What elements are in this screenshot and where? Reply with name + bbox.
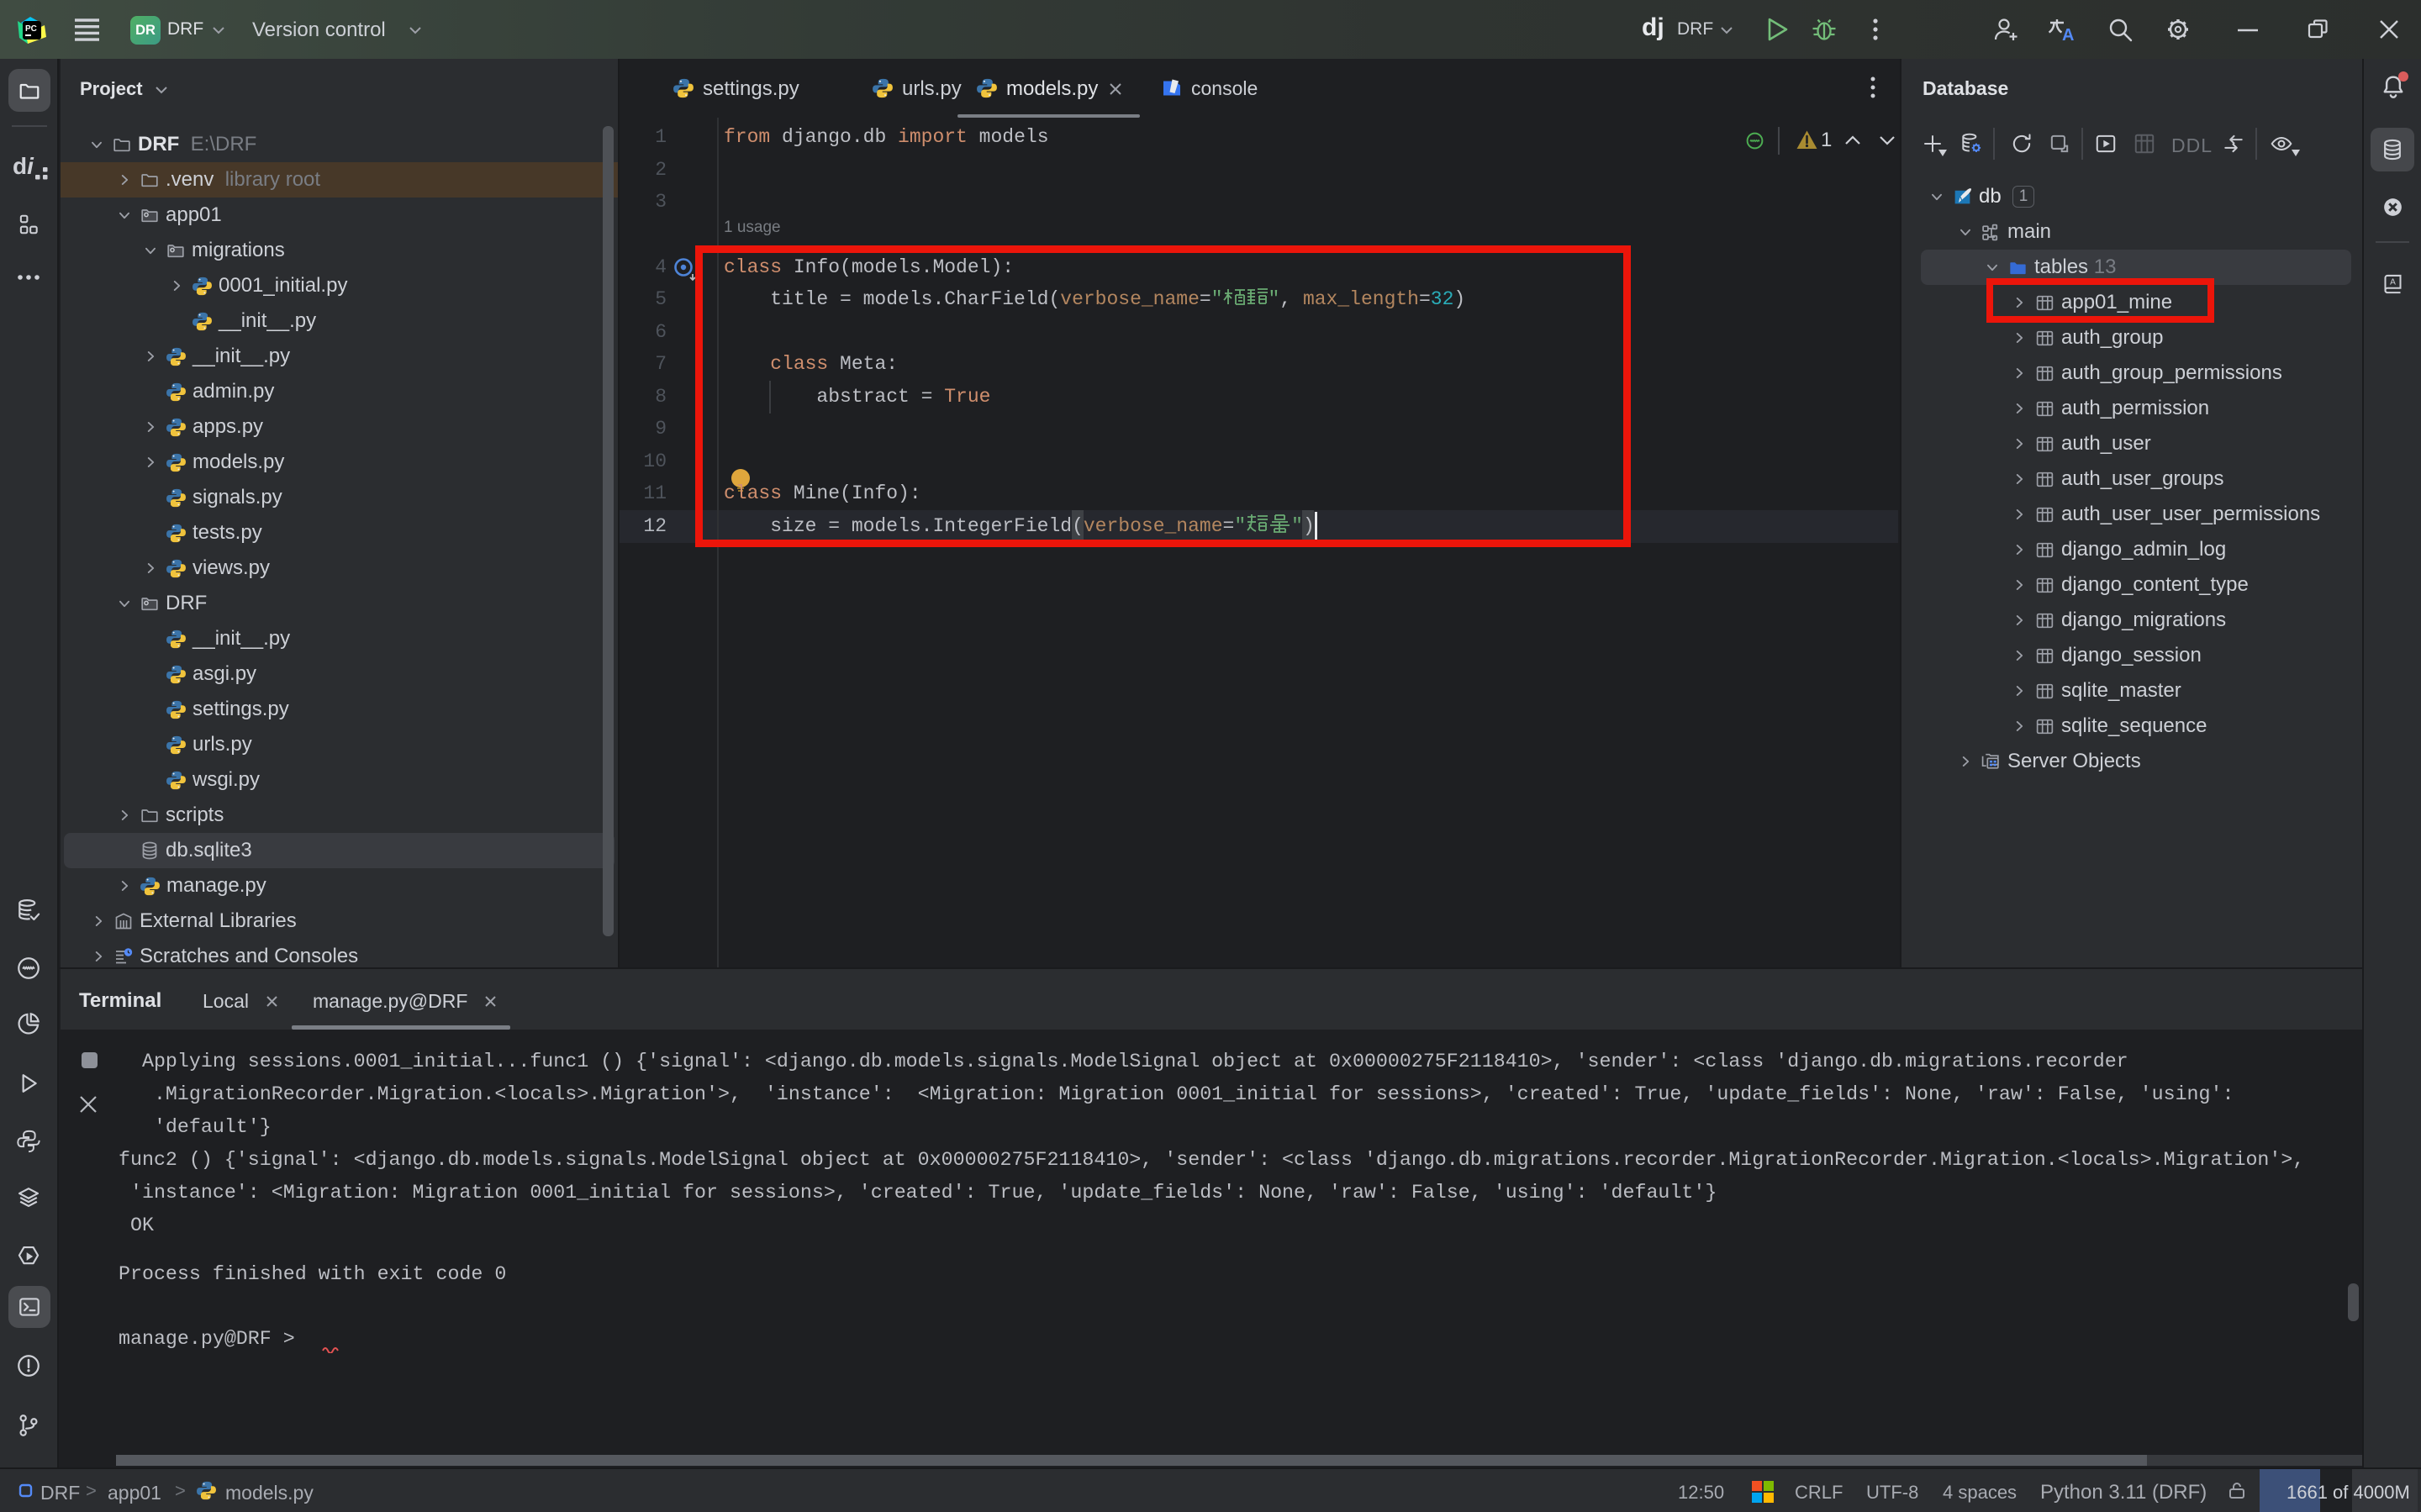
svg-text:PC: PC	[25, 24, 37, 34]
svg-text:A: A	[2062, 26, 2074, 43]
